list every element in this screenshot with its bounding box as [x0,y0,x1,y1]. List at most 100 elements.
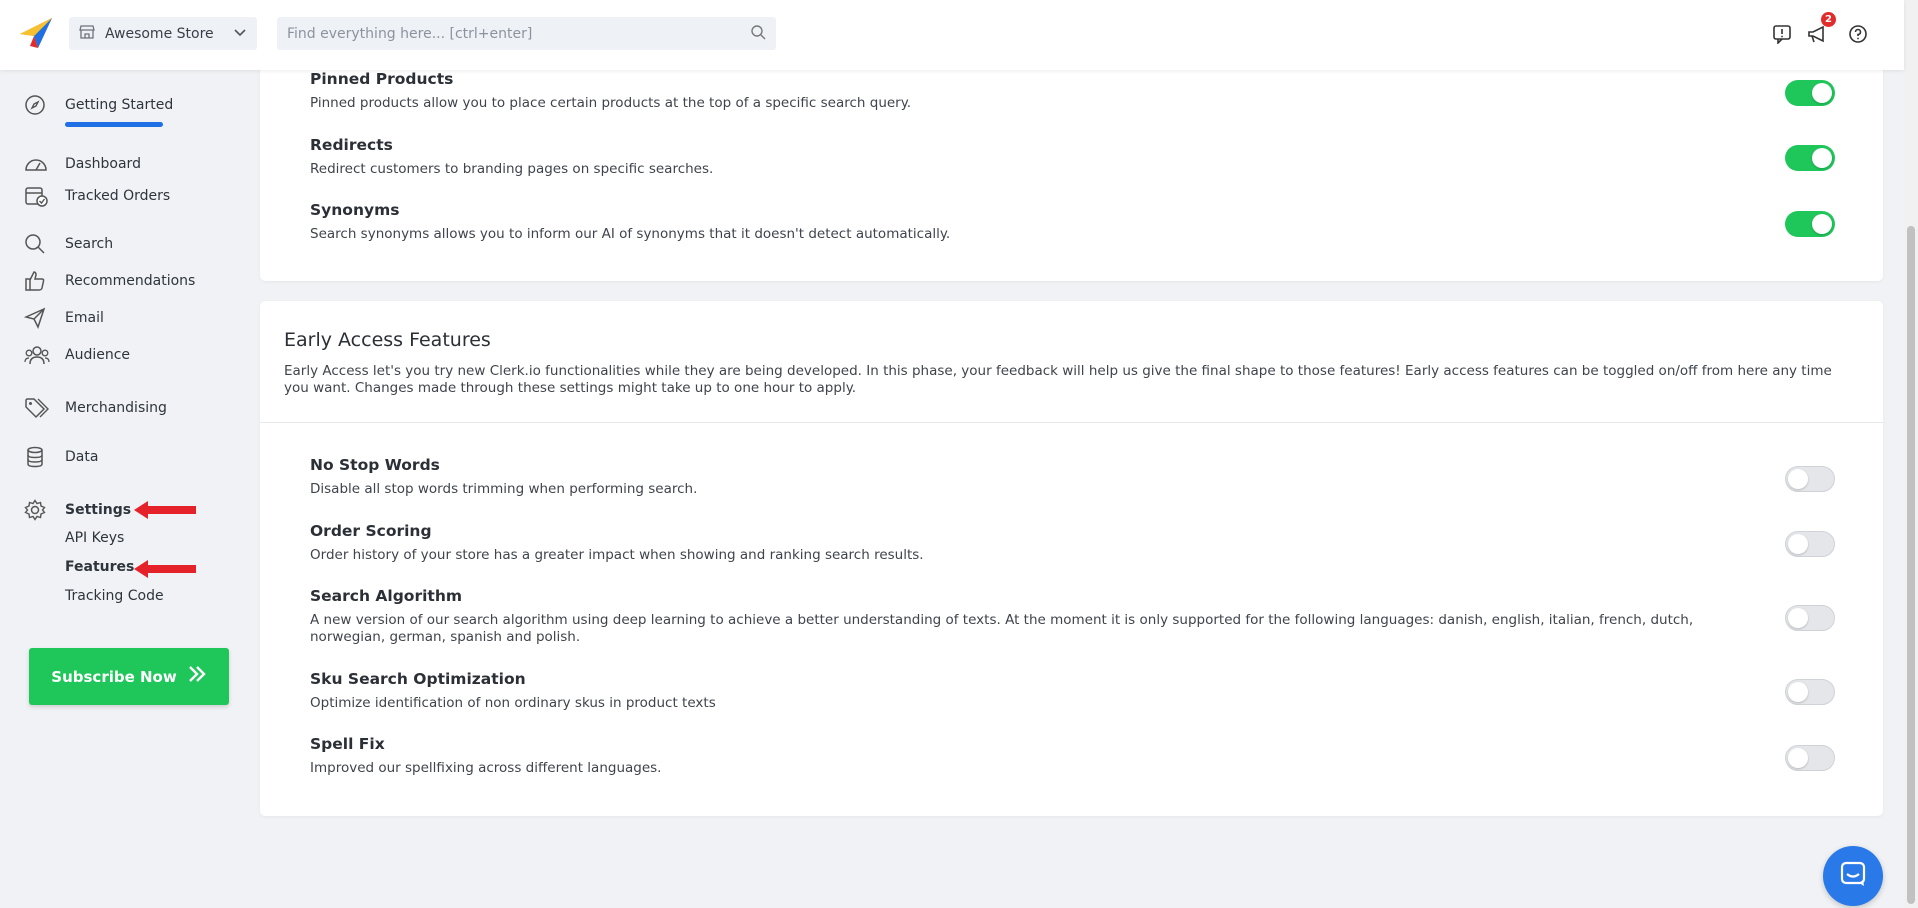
feature-pinned-products: Pinned Products Pinned products allow yo… [310,70,1810,112]
feature-name: No Stop Words [310,456,440,474]
toggle-spell-fix[interactable] [1785,745,1835,771]
double-chevron-right-icon [187,665,207,688]
feature-description: Pinned products allow you to place certa… [310,95,912,111]
sidebar-item-tracked-orders[interactable]: Tracked Orders [24,184,170,208]
gauge-icon [24,153,50,175]
store-name: Awesome Store [105,25,214,42]
toggle-knob [1788,748,1808,768]
users-icon [24,344,50,366]
tags-icon [24,397,50,419]
sidebar-item-label: Dashboard [65,156,141,172]
sidebar-item-settings[interactable]: Settings [24,498,131,522]
toggle-knob [1812,148,1832,168]
toggle-knob [1788,469,1808,489]
feedback-icon[interactable] [1770,22,1794,46]
feature-description: Order history of your store has a greate… [310,547,924,563]
feature-name: Redirects [310,136,393,154]
sidebar-subitem-features[interactable]: Features [65,559,134,575]
subscribe-label: Subscribe Now [51,667,177,686]
top-bar: Awesome Store 2 [0,0,1904,70]
chat-icon [1839,860,1867,892]
chat-launcher-button[interactable] [1823,846,1883,906]
sidebar-item-audience[interactable]: Audience [24,343,130,367]
section-title: Early Access Features [284,329,491,351]
database-icon [24,446,50,468]
page-scrollbar[interactable] [1904,0,1918,908]
sidebar-item-data[interactable]: Data [24,445,98,469]
feature-name: Search Algorithm [310,587,463,605]
feature-name: Sku Search Optimization [310,670,526,688]
feature-name: Pinned Products [310,70,454,88]
sidebar-item-merchandising[interactable]: Merchandising [24,396,167,420]
feature-name: Spell Fix [310,735,385,753]
subscribe-now-button[interactable]: Subscribe Now [29,648,229,705]
early-access-card: Early Access Features Early Access let's… [260,301,1883,816]
feature-spell-fix: Spell Fix Improved our spellfixing acros… [310,735,1810,777]
announcement-icon[interactable]: 2 [1806,12,1836,46]
getting-started-progress [65,122,163,127]
toggle-knob [1788,682,1808,702]
search-icon [24,233,50,255]
feature-search-algorithm: Search Algorithm A new version of our se… [310,587,1810,646]
chevron-down-icon [233,26,247,42]
toggle-knob [1788,608,1808,628]
sidebar: Getting Started Dashboard Tracked Orders… [0,70,250,908]
sidebar-item-label: Data [65,449,99,465]
toggle-sku-search-optimization[interactable] [1785,679,1835,705]
search-icon[interactable] [750,24,766,44]
scrollbar-thumb[interactable] [1907,226,1915,904]
help-icon[interactable] [1846,22,1870,46]
notification-badge: 2 [1821,12,1836,27]
sidebar-item-label: Tracked Orders [65,188,171,204]
sidebar-item-email[interactable]: Email [24,306,104,330]
feature-description: A new version of our search algorithm us… [310,612,1694,645]
clerk-logo[interactable] [18,16,54,52]
store-selector[interactable]: Awesome Store [69,17,257,50]
section-divider [260,422,1883,423]
sidebar-item-label: Search [65,236,114,252]
paper-plane-icon [24,307,50,329]
feature-order-scoring: Order Scoring Order history of your stor… [310,522,1810,564]
feature-synonyms: Synonyms Search synonyms allows you to i… [310,201,1810,243]
store-icon [79,24,95,43]
toggle-pinned-products[interactable] [1785,80,1835,106]
toggle-knob [1812,214,1832,234]
feature-description: Disable all stop words trimming when per… [310,481,698,497]
sidebar-item-getting-started[interactable]: Getting Started [24,93,173,117]
feature-description: Redirect customers to branding pages on … [310,161,714,177]
sidebar-item-label: Audience [65,347,131,363]
sidebar-subitem-api-keys[interactable]: API Keys [65,530,124,546]
feature-description: Search synonyms allows you to inform our… [310,226,951,242]
calendar-check-icon [24,185,50,207]
sidebar-item-label: Settings [65,502,132,518]
section-description: Early Access let's you try new Clerk.io … [284,363,1832,396]
gear-icon [24,499,50,521]
annotation-arrow-settings [134,501,196,519]
sidebar-item-search[interactable]: Search [24,232,113,256]
feature-name: Synonyms [310,201,400,219]
feature-name: Order Scoring [310,522,432,540]
thumbs-up-icon [24,270,50,292]
sidebar-item-label: Getting Started [65,97,174,113]
search-input[interactable] [287,25,750,42]
sidebar-item-label: Merchandising [65,400,167,416]
sidebar-item-label: Email [65,310,104,326]
sidebar-subitem-tracking-code[interactable]: Tracking Code [65,588,164,604]
toggle-redirects[interactable] [1785,145,1835,171]
annotation-arrow-features [134,560,196,578]
toggle-no-stop-words[interactable] [1785,466,1835,492]
search-features-card: Pinned Products Pinned products allow yo… [260,40,1883,281]
feature-no-stop-words: No Stop Words Disable all stop words tri… [310,456,1810,498]
toggle-search-algorithm[interactable] [1785,605,1835,631]
global-search [277,17,776,50]
feature-redirects: Redirects Redirect customers to branding… [310,136,1810,178]
toggle-order-scoring[interactable] [1785,531,1835,557]
toggle-synonyms[interactable] [1785,211,1835,237]
sidebar-item-label: Recommendations [65,273,196,289]
feature-description: Improved our spellfixing across differen… [310,760,662,776]
feature-sku-search-optimization: Sku Search Optimization Optimize identif… [310,670,1810,712]
feature-description: Optimize identification of non ordinary … [310,695,716,711]
toggle-knob [1788,534,1808,554]
sidebar-item-recommendations[interactable]: Recommendations [24,269,195,293]
sidebar-item-dashboard[interactable]: Dashboard [24,152,141,176]
